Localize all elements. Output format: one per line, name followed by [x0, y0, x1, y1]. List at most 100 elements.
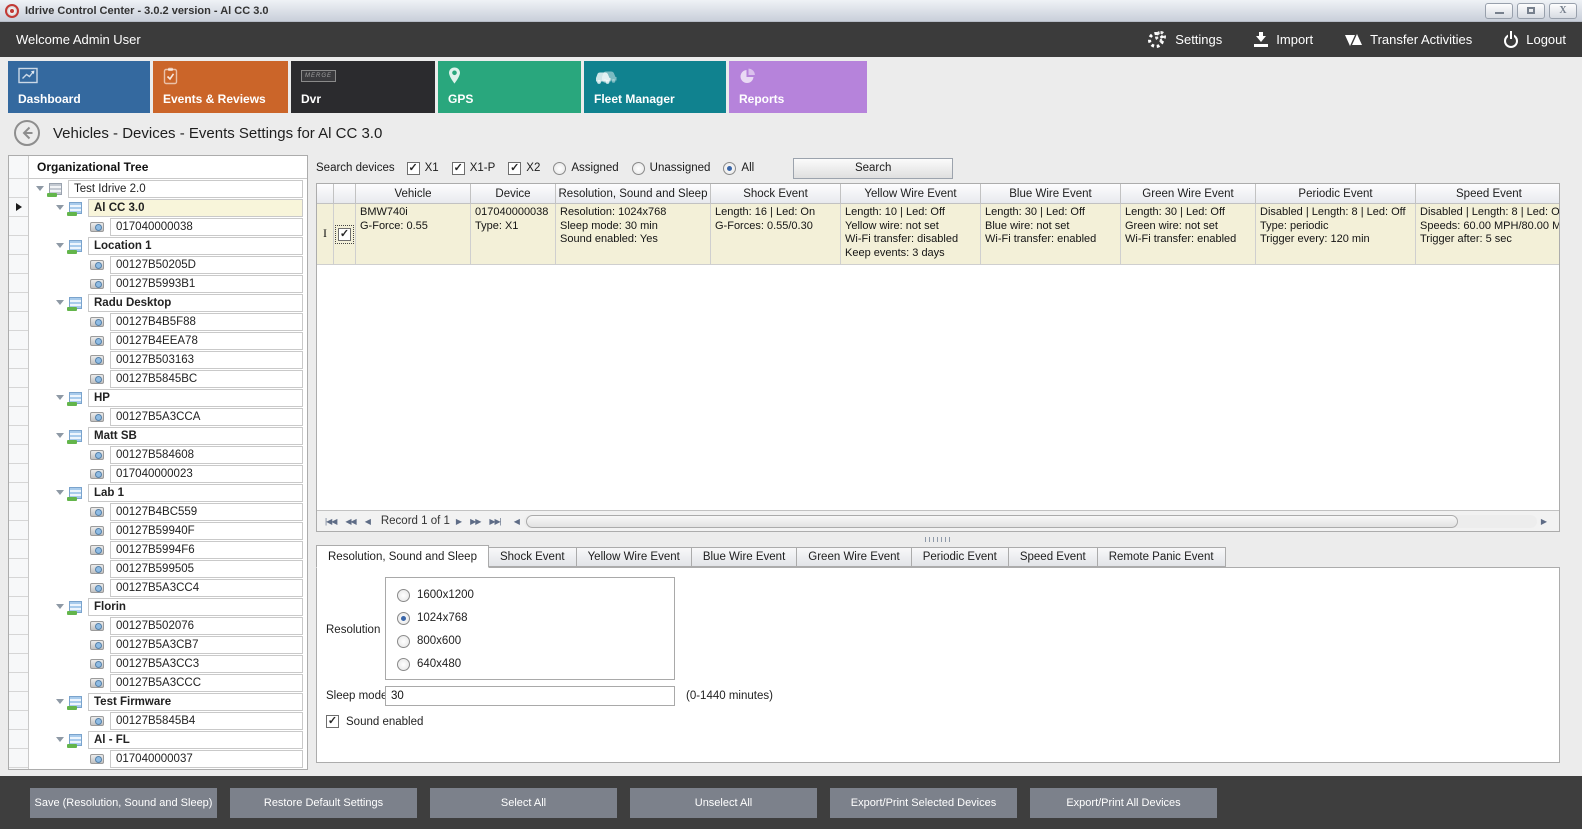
tree-node-label[interactable]: 017040000023	[110, 465, 303, 483]
tab-yellow-wire-event[interactable]: Yellow Wire Event	[577, 547, 692, 567]
tree-node-label[interactable]: Lab 1	[88, 484, 303, 502]
close-button[interactable]: X	[1549, 3, 1577, 19]
collapse-arrow-icon[interactable]	[56, 737, 64, 742]
tree-node-label[interactable]: 00127B4BC559	[110, 503, 303, 521]
tile-reports[interactable]: Reports	[729, 61, 867, 113]
top-action-logout[interactable]: Logout	[1504, 31, 1566, 48]
collapse-arrow-icon[interactable]	[56, 490, 64, 495]
resolution-option-800x600[interactable]: 800x600	[397, 633, 674, 649]
tree-node-label[interactable]: Test Firmware	[88, 693, 303, 711]
tab-green-wire-event[interactable]: Green Wire Event	[797, 547, 911, 567]
collapse-arrow-icon[interactable]	[56, 433, 64, 438]
collapse-arrow-icon[interactable]	[56, 243, 64, 248]
scroll-right-icon[interactable]: ▶	[1541, 517, 1547, 526]
grid-cell[interactable]: Disabled | Length: 8 | Led: OffSpeeds: 6…	[1416, 204, 1559, 264]
radio-icon[interactable]	[723, 162, 736, 175]
tree-node-label[interactable]: 00127B5845BC	[110, 370, 303, 388]
tab-blue-wire-event[interactable]: Blue Wire Event	[692, 547, 797, 567]
sound-enabled-checkbox[interactable]: ✓ Sound enabled	[326, 715, 423, 728]
radio-icon[interactable]	[397, 589, 410, 602]
top-action-import[interactable]: Import	[1254, 32, 1313, 47]
grid-cell[interactable]: Length: 30 | Led: OffGreen wire: not set…	[1121, 204, 1256, 264]
row-checkbox[interactable]: ✓	[338, 228, 351, 241]
tree-node-label[interactable]: 00127B503163	[110, 351, 303, 369]
tree-node-label[interactable]: 00127B4B5F88	[110, 313, 303, 331]
collapse-arrow-icon[interactable]	[56, 205, 64, 210]
tile-fleet-manager[interactable]: Fleet Manager	[584, 61, 726, 113]
footer-button-restore-default-settings[interactable]: Restore Default Settings	[230, 788, 417, 818]
tab-shock-event[interactable]: Shock Event	[489, 547, 577, 567]
radio-icon[interactable]	[397, 612, 410, 625]
grid-column-header[interactable]: Shock Event	[711, 184, 841, 203]
checkbox-icon[interactable]: ✓	[326, 715, 339, 728]
tree-node-label[interactable]: 00127B5993B1	[110, 275, 303, 293]
checkbox-icon[interactable]: ✓	[407, 162, 420, 175]
tab-resolution-sound-and-sleep[interactable]: Resolution, Sound and Sleep	[316, 545, 489, 568]
tree-node-label[interactable]: HP	[88, 389, 303, 407]
collapse-arrow-icon[interactable]	[56, 395, 64, 400]
scrollbar-thumb[interactable]	[526, 515, 1458, 528]
table-row[interactable]: I✓BMW740iG-Force: 0.55017040000038Type: …	[317, 204, 1559, 265]
prev-page-button[interactable]: ◀◀	[345, 517, 355, 526]
tree-node-label[interactable]: Matt SB	[88, 427, 303, 445]
tree-node-label[interactable]: 00127B5A3CB7	[110, 636, 303, 654]
tab-speed-event[interactable]: Speed Event	[1009, 547, 1098, 567]
tree-node-label[interactable]: Al - FL	[88, 731, 303, 749]
footer-button-export-print-all-devices[interactable]: Export/Print All Devices	[1030, 788, 1217, 818]
radio-icon[interactable]	[553, 162, 566, 175]
first-record-button[interactable]: |◀◀	[325, 517, 336, 526]
tab-remote-panic-event[interactable]: Remote Panic Event	[1098, 547, 1226, 567]
footer-button-save-resolution-sound-and-sleep-[interactable]: Save (Resolution, Sound and Sleep)	[30, 788, 217, 818]
collapse-arrow-icon[interactable]	[36, 186, 44, 191]
tree-node-label[interactable]: Florin	[88, 598, 303, 616]
tile-events-reviews[interactable]: Events & Reviews	[153, 61, 288, 113]
tree-node-label[interactable]: 017040000038	[110, 218, 303, 236]
prev-record-button[interactable]: ◀	[365, 517, 370, 526]
grid-column-header[interactable]: Vehicle	[356, 184, 471, 203]
grid-cell[interactable]: Length: 10 | Led: OffYellow wire: not se…	[841, 204, 981, 264]
collapse-arrow-icon[interactable]	[56, 604, 64, 609]
grid-cell[interactable]: Length: 16 | Led: OnG-Forces: 0.55/0.30	[711, 204, 841, 264]
tree-node-label[interactable]: 00127B5A3CC4	[110, 579, 303, 597]
tree-node-label[interactable]: 00127B584608	[110, 446, 303, 464]
tree-node-label[interactable]: 00127B4EEA78	[110, 332, 303, 350]
radio-icon[interactable]	[397, 658, 410, 671]
footer-button-select-all[interactable]: Select All	[430, 788, 617, 818]
collapse-arrow-icon[interactable]	[56, 699, 64, 704]
tab-periodic-event[interactable]: Periodic Event	[912, 547, 1009, 567]
tree-node-label[interactable]: 00127B5994F6	[110, 541, 303, 559]
tree-node-label[interactable]: 00127B5A3CCA	[110, 408, 303, 426]
device-type-checkbox-x1-p[interactable]: ✓X1-P	[452, 162, 496, 175]
tree-node-label[interactable]: 017040000037	[110, 750, 303, 768]
tile-dvr[interactable]: MERGEDvr	[291, 61, 435, 113]
collapse-arrow-icon[interactable]	[56, 300, 64, 305]
tree-node-label[interactable]: 00127B5A3CCC	[110, 674, 303, 692]
grid-column-header[interactable]: Device	[471, 184, 556, 203]
footer-button-unselect-all[interactable]: Unselect All	[630, 788, 817, 818]
top-action-transfer-activities[interactable]: Transfer Activities	[1345, 32, 1472, 48]
last-record-button[interactable]: ▶▶|	[489, 517, 500, 526]
tree-node-label[interactable]: 00127B5A3CC3	[110, 655, 303, 673]
top-action-settings[interactable]: Settings	[1148, 31, 1222, 48]
tree-node-label[interactable]: Test Idrive 2.0	[68, 180, 303, 198]
footer-button-export-print-selected-devices[interactable]: Export/Print Selected Devices	[830, 788, 1017, 818]
grid-cell[interactable]: Resolution: 1024x768Sleep mode: 30 minSo…	[556, 204, 711, 264]
checkbox-icon[interactable]: ✓	[452, 162, 465, 175]
tree-node-label[interactable]: Radu Desktop	[88, 294, 303, 312]
maximize-button[interactable]	[1517, 3, 1545, 19]
next-page-button[interactable]: ▶▶	[470, 517, 480, 526]
tree-node-label[interactable]: 00127B59940F	[110, 522, 303, 540]
grid-column-header[interactable]: Resolution, Sound and Sleep	[556, 184, 711, 203]
grid-column-header[interactable]: Speed Event	[1416, 184, 1559, 203]
device-type-checkbox-x2[interactable]: ✓X2	[508, 162, 540, 175]
scroll-left-icon[interactable]: ◀	[514, 517, 520, 526]
radio-icon[interactable]	[397, 635, 410, 648]
grid-column-header[interactable]: Blue Wire Event	[981, 184, 1121, 203]
tree-node-label[interactable]: Al CC 3.0	[88, 199, 303, 217]
back-button[interactable]	[13, 119, 41, 147]
tree-node-label[interactable]: 00127B502076	[110, 617, 303, 635]
filter-radio-assigned[interactable]: Assigned	[553, 162, 618, 175]
resolution-option-640x480[interactable]: 640x480	[397, 656, 674, 672]
tile-gps[interactable]: GPS	[438, 61, 581, 113]
minimize-button[interactable]	[1485, 3, 1513, 19]
